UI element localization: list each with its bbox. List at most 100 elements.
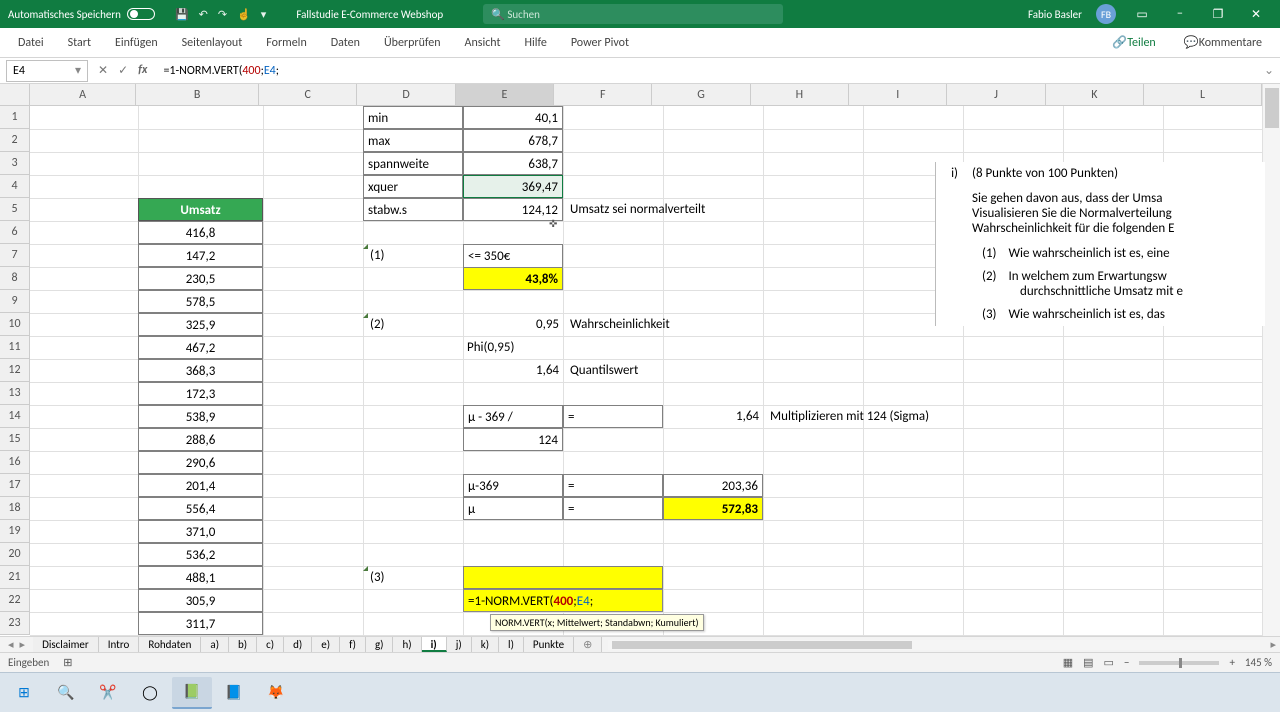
tab-formeln[interactable]: Formeln	[254, 28, 318, 57]
cell-e4[interactable]: 369,47	[463, 175, 563, 198]
tab-nav-first-icon[interactable]: ◂	[8, 638, 14, 651]
tab-einfuegen[interactable]: Einfügen	[103, 28, 170, 57]
more-icon[interactable]: ▾	[261, 8, 267, 21]
sheet-tab-c[interactable]: c)	[257, 637, 284, 652]
sheet-tab-intro[interactable]: Intro	[99, 637, 140, 652]
add-sheet-button[interactable]: ⊕	[574, 637, 602, 652]
close-icon[interactable]: ✕	[1244, 7, 1268, 22]
tab-seitenlayout[interactable]: Seitenlayout	[170, 28, 255, 57]
sheet-tab-g[interactable]: g)	[366, 637, 394, 652]
search-box[interactable]: 🔍 Suchen	[483, 4, 783, 24]
cell-d21[interactable]: (3)	[366, 566, 463, 589]
cell-f5[interactable]: Umsatz sei normalverteilt	[566, 198, 786, 221]
cell-d5[interactable]: stabw.s	[363, 198, 463, 221]
cell-f17[interactable]: =	[563, 474, 663, 497]
view-normal-icon[interactable]: ▦	[1063, 656, 1073, 669]
cell-d1[interactable]: min	[363, 106, 463, 129]
cell-b22[interactable]: 305,9	[138, 589, 263, 612]
name-box[interactable]: E4▾	[6, 60, 88, 82]
sheet-tab-e[interactable]: e)	[312, 637, 340, 652]
app-running-icon[interactable]: ◯	[130, 677, 170, 709]
tab-powerpivot[interactable]: Power Pivot	[559, 28, 641, 57]
cell-f10[interactable]: Wahrscheinlichkeit	[566, 313, 726, 336]
sheet-tab-b[interactable]: b)	[229, 637, 257, 652]
cell-e14[interactable]: µ - 369 /	[463, 405, 563, 428]
comments-button[interactable]: 💬 Kommentare	[1172, 35, 1274, 50]
tab-ansicht[interactable]: Ansicht	[453, 28, 513, 57]
sheet-tab-l[interactable]: l)	[499, 637, 524, 652]
hscroll-right-icon[interactable]: ▸	[1266, 638, 1280, 651]
sheet-tabs[interactable]: Disclaimer Intro Rohdaten a) b) c) d) e)…	[33, 637, 602, 652]
column-headers[interactable]: A B C D E F G H I J K L	[30, 84, 1262, 106]
cell-e8[interactable]: 43,8%	[463, 267, 563, 290]
sheet-tab-disclaimer[interactable]: Disclaimer	[33, 637, 99, 652]
windows-taskbar[interactable]: ⊞ 🔍 ✂️ ◯ 📗 📘 🦊	[0, 672, 1280, 712]
sheet-tab-k[interactable]: k)	[472, 637, 499, 652]
sheet-tab-d[interactable]: d)	[284, 637, 312, 652]
user-name[interactable]: Fabio Basler	[1028, 8, 1082, 21]
cell-b13[interactable]: 172,3	[138, 382, 263, 405]
cell-h14[interactable]: Multiplizieren mit 124 (Sigma)	[766, 405, 1016, 428]
sheet-tab-h[interactable]: h)	[393, 637, 421, 652]
start-button[interactable]: ⊞	[4, 677, 44, 709]
row-headers[interactable]: 1234567891011121314151617181920212223	[0, 106, 30, 635]
touch-icon[interactable]: ☝	[237, 8, 251, 21]
document-title[interactable]: Fallstudie E-Commerce Webshop	[296, 8, 443, 21]
cell-b9[interactable]: 578,5	[138, 290, 263, 313]
cell-e15[interactable]: 124	[463, 428, 563, 451]
cell-e3[interactable]: 638,7	[463, 152, 563, 175]
tab-hilfe[interactable]: Hilfe	[513, 28, 559, 57]
firefox-taskbar-icon[interactable]: 🦊	[256, 677, 296, 709]
maximize-icon[interactable]: ❐	[1206, 7, 1230, 22]
cell-b11[interactable]: 467,2	[138, 336, 263, 359]
cell-e5[interactable]: 124,12	[463, 198, 563, 221]
undo-icon[interactable]: ↶	[199, 8, 208, 21]
cell-b17[interactable]: 201,4	[138, 474, 263, 497]
view-layout-icon[interactable]: ▤	[1083, 656, 1093, 669]
excel-taskbar-icon[interactable]: 📗	[172, 677, 212, 709]
zoom-level[interactable]: 145 %	[1245, 656, 1272, 669]
cell-e21-f21[interactable]	[463, 566, 663, 589]
cell-b20[interactable]: 536,2	[138, 543, 263, 566]
cell-b8[interactable]: 230,5	[138, 267, 263, 290]
cell-d2[interactable]: max	[363, 129, 463, 152]
expand-formula-bar-icon[interactable]: ⌄	[1258, 63, 1280, 78]
formula-bar[interactable]: =1-NORM.VERT(400;E4;	[157, 62, 1258, 80]
view-break-icon[interactable]: ▭	[1104, 656, 1114, 669]
cell-e17[interactable]: µ-369	[463, 474, 563, 497]
accept-formula-icon[interactable]: ✓	[118, 63, 128, 78]
cell-d10[interactable]: (2)	[366, 313, 463, 336]
cell-b19[interactable]: 371,0	[138, 520, 263, 543]
cell-d3[interactable]: spannweite	[363, 152, 463, 175]
cell-g17[interactable]: 203,36	[663, 474, 763, 497]
cell-b18[interactable]: 556,4	[138, 497, 263, 520]
cell-b12[interactable]: 368,3	[138, 359, 263, 382]
cell-b10[interactable]: 325,9	[138, 313, 263, 336]
accessibility-icon[interactable]: ⊞	[63, 656, 72, 669]
sheet-tab-a[interactable]: a)	[201, 637, 229, 652]
fx-icon[interactable]: fx	[138, 63, 147, 78]
cell-g18[interactable]: 572,83	[663, 497, 763, 520]
horizontal-scrollbar[interactable]	[608, 640, 1260, 650]
cell-e1[interactable]: 40,1	[463, 106, 563, 129]
sheet-tab-i[interactable]: i)	[422, 637, 447, 652]
cell-e22-edit[interactable]: =1-NORM.VERT(400;E4;	[463, 589, 663, 612]
autosave-toggle[interactable]	[127, 8, 155, 20]
zoom-out-icon[interactable]: −	[1124, 656, 1129, 669]
spreadsheet-grid[interactable]: min 40,1 max 678,7 spannweite 638,7 xque…	[30, 106, 1262, 636]
cell-d4[interactable]: xquer	[363, 175, 463, 198]
app-snip-icon[interactable]: ✂️	[88, 677, 128, 709]
user-avatar[interactable]: FB	[1096, 4, 1116, 24]
word-taskbar-icon[interactable]: 📘	[214, 677, 254, 709]
cell-g14[interactable]: 1,64	[663, 405, 763, 428]
cell-e2[interactable]: 678,7	[463, 129, 563, 152]
zoom-slider[interactable]	[1139, 661, 1219, 665]
tab-daten[interactable]: Daten	[319, 28, 372, 57]
cell-b14[interactable]: 538,9	[138, 405, 263, 428]
select-all[interactable]	[0, 84, 30, 106]
cell-e18[interactable]: µ	[463, 497, 563, 520]
umsatz-header[interactable]: Umsatz	[138, 198, 263, 221]
tab-start[interactable]: Start	[56, 28, 103, 57]
cell-b21[interactable]: 488,1	[138, 566, 263, 589]
sheet-tab-f[interactable]: f)	[340, 637, 366, 652]
